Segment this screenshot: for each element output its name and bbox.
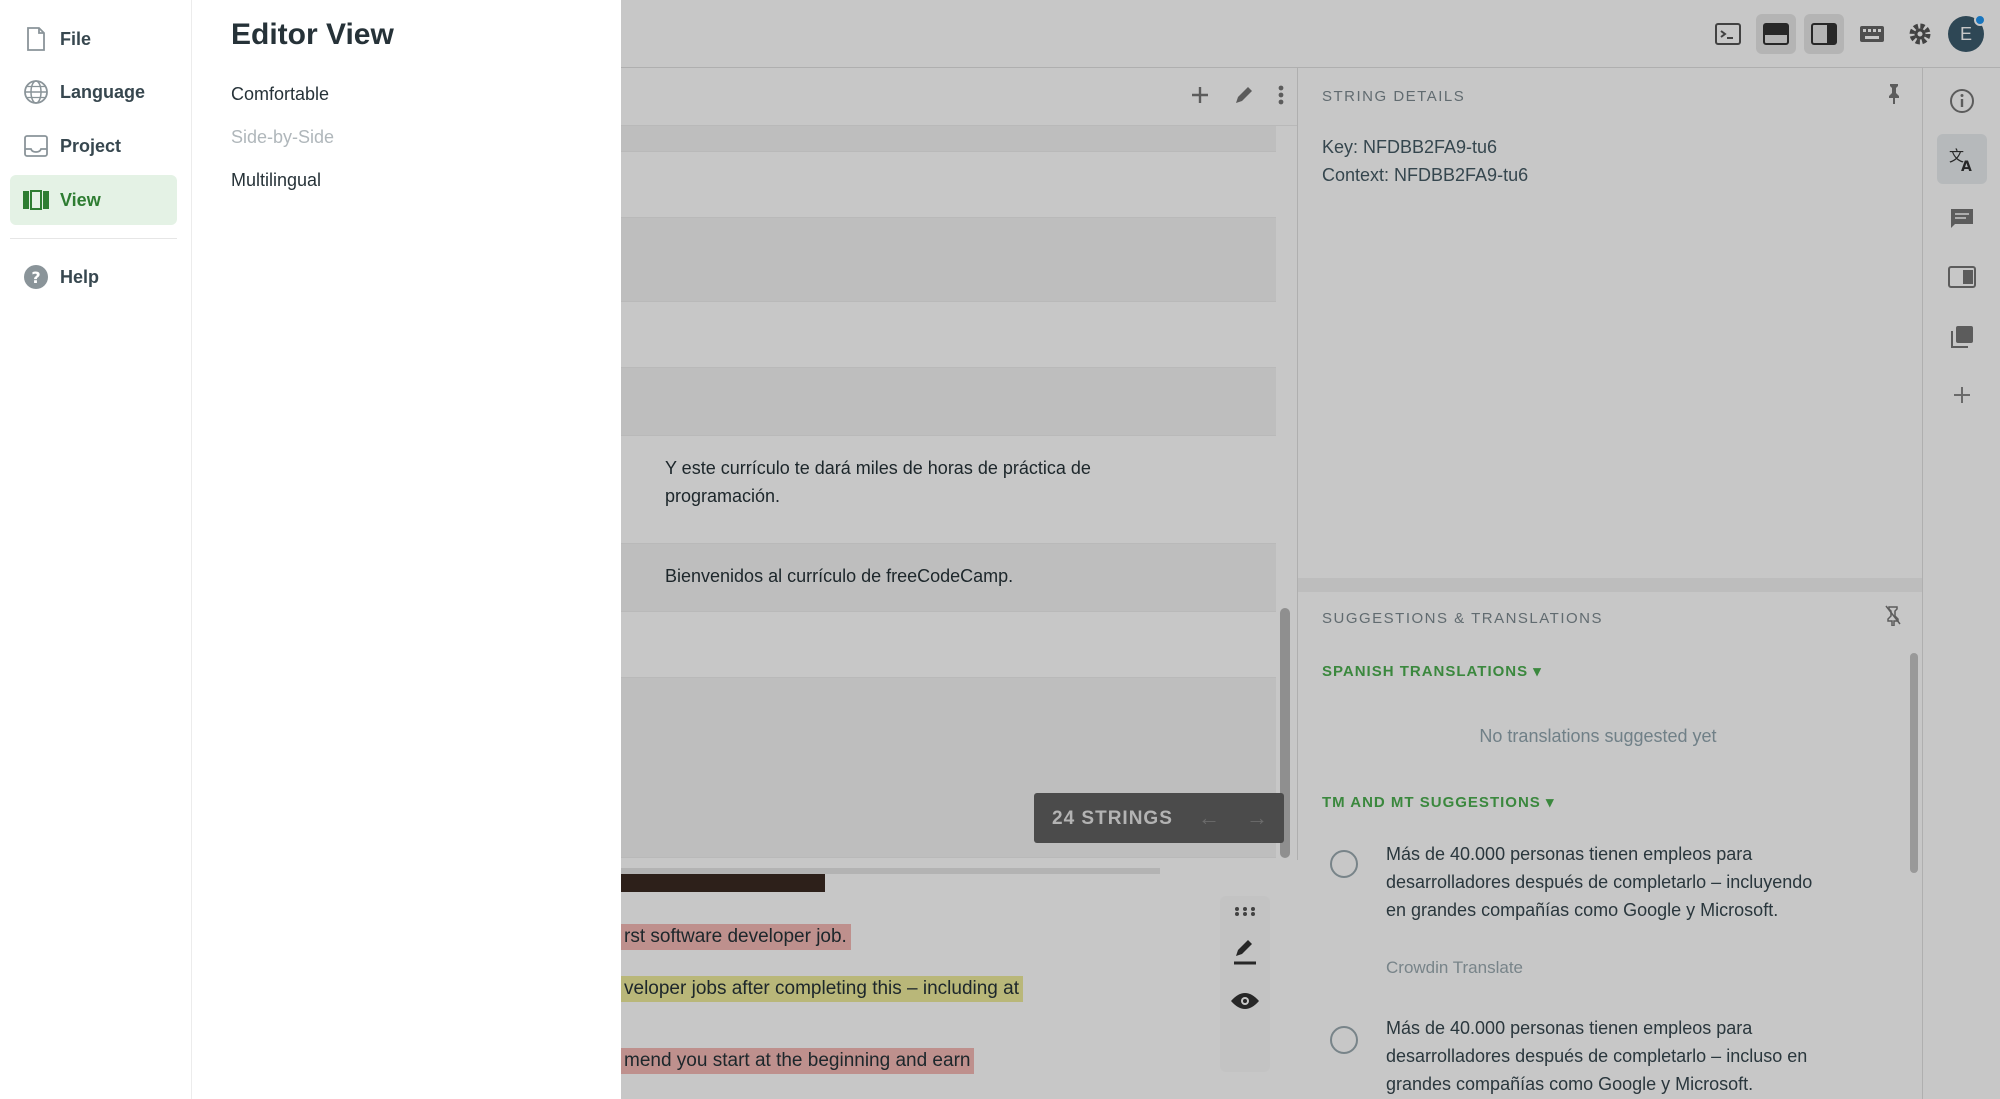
option-comfortable[interactable]: Comfortable — [231, 84, 329, 105]
menu-item-language[interactable]: Language — [10, 67, 177, 117]
svg-text:?: ? — [31, 268, 40, 287]
menu-item-view[interactable]: View — [10, 175, 177, 225]
project-icon — [12, 135, 60, 157]
menu-divider — [10, 238, 177, 239]
menu-item-project[interactable]: Project — [10, 121, 177, 171]
globe-icon — [12, 79, 60, 105]
main-menu: File Language Project View ? Help — [0, 0, 192, 1099]
option-multilingual[interactable]: Multilingual — [231, 170, 321, 191]
editor-view-submenu: Editor View Comfortable Side-by-Side Mul… — [192, 0, 621, 1099]
submenu-title: Editor View — [231, 18, 394, 51]
option-side-by-side: Side-by-Side — [231, 127, 335, 147]
view-icon — [12, 190, 60, 210]
menu-item-label: View — [60, 189, 101, 210]
menu-item-file[interactable]: File — [10, 14, 177, 64]
menu-item-label: Project — [60, 135, 122, 156]
menu-item-label: Help — [60, 266, 100, 287]
menu-item-label: File — [60, 28, 92, 49]
file-icon — [12, 27, 60, 51]
help-icon: ? — [12, 264, 60, 290]
menu-item-help[interactable]: ? Help — [10, 252, 177, 302]
menu-item-label: Language — [60, 81, 146, 102]
